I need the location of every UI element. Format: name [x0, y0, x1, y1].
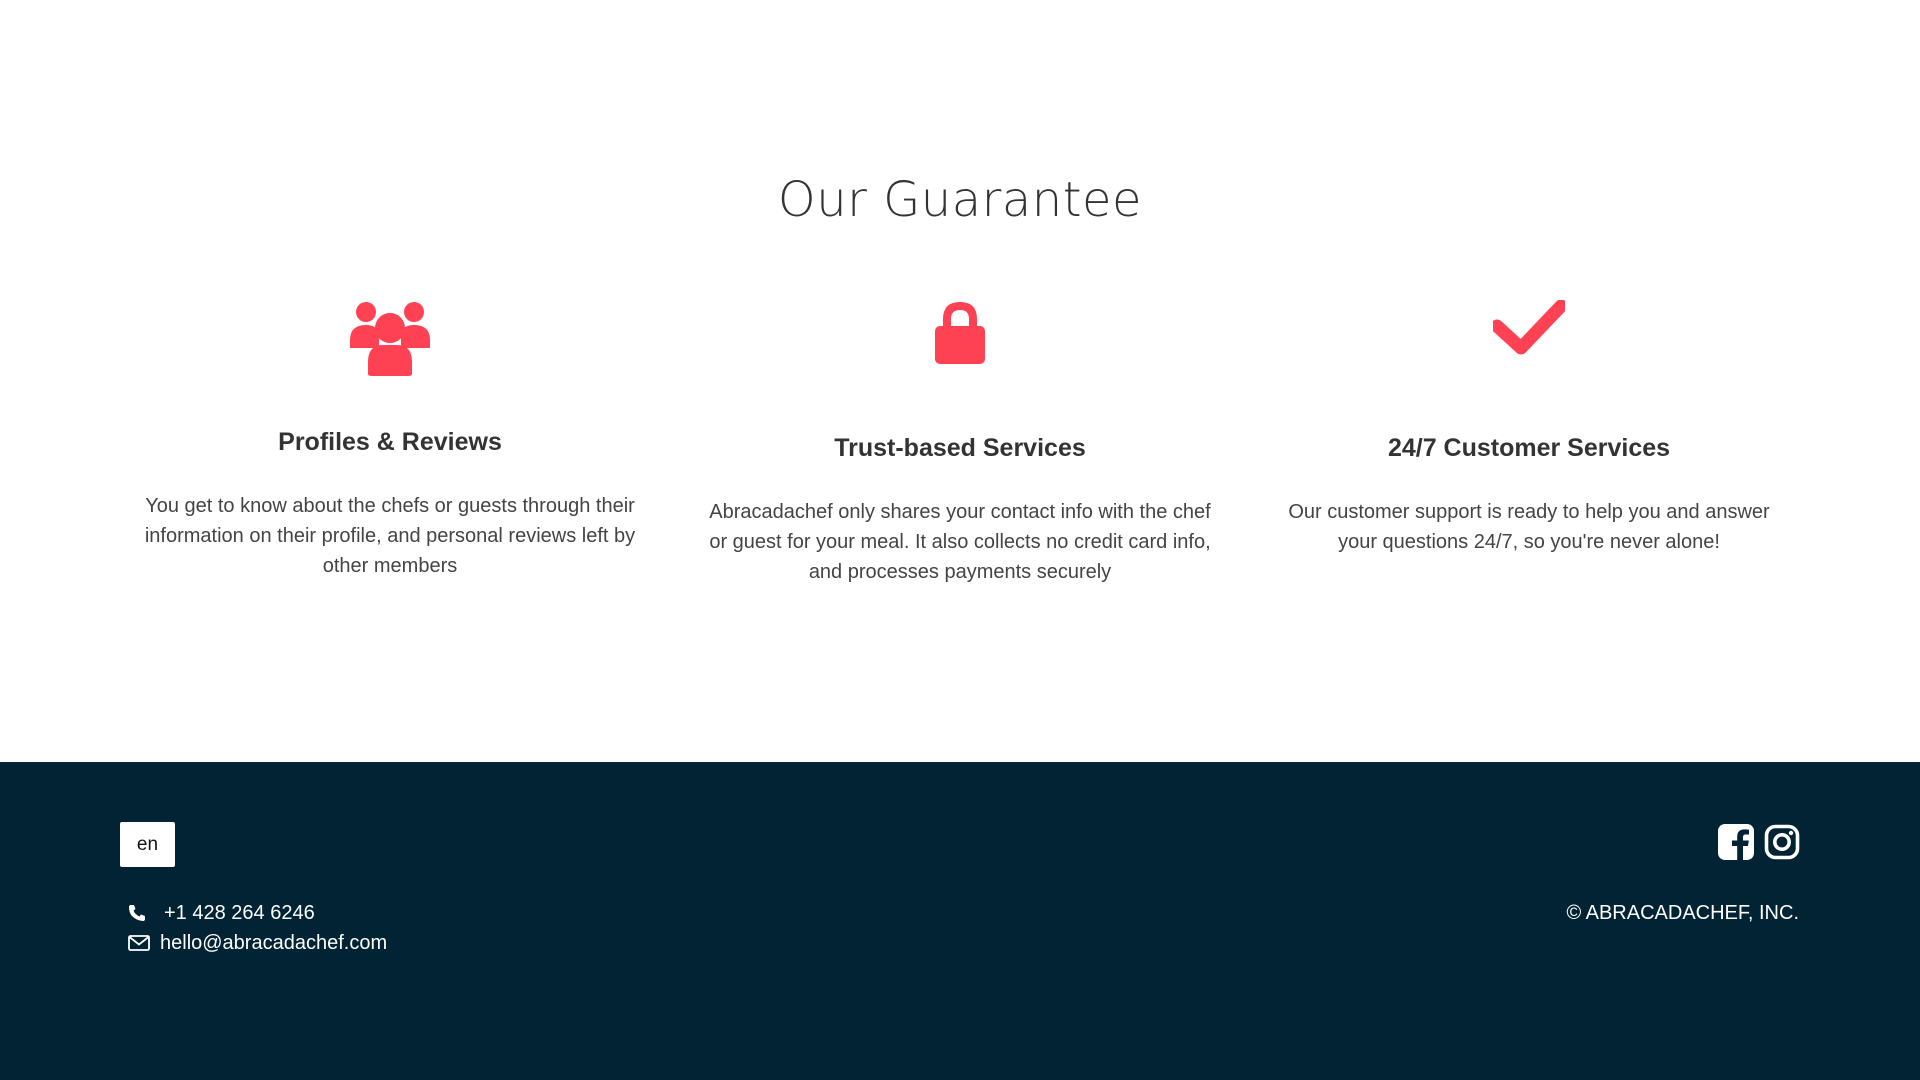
feature-trust-based: Trust-based Services Abracadachef only s… — [700, 300, 1220, 587]
feature-description: You get to know about the chefs or guest… — [144, 495, 636, 577]
check-icon — [1269, 300, 1789, 380]
social-links — [1718, 824, 1800, 860]
language-selector[interactable]: en — [120, 822, 175, 867]
site-footer: en +1 428 264 6246 hello@abracadachef.co… — [0, 762, 1920, 1080]
feature-profiles-reviews: Profiles & Reviews You get to know about… — [130, 300, 650, 581]
contact-info: +1 428 264 6246 hello@abracadachef.com — [128, 898, 387, 958]
feature-title: Profiles & Reviews — [278, 428, 502, 456]
envelope-icon — [128, 935, 152, 951]
copyright: © ABRACADACHEF, INC. — [1566, 902, 1799, 924]
lock-icon — [700, 300, 1220, 380]
instagram-icon[interactable] — [1764, 824, 1800, 860]
guarantee-section: Our Guarantee Profiles & Reviews You get… — [0, 0, 1920, 762]
feature-title: 24/7 Customer Services — [1387, 434, 1671, 462]
feature-customer-services: 24/7 Customer Services Our customer supp… — [1269, 300, 1789, 557]
feature-title: Trust-based Services — [834, 434, 1086, 462]
phone-row: +1 428 264 6246 — [128, 898, 387, 928]
email-row: hello@abracadachef.com — [128, 928, 387, 958]
phone-link[interactable]: +1 428 264 6246 — [164, 902, 315, 925]
facebook-icon[interactable] — [1718, 824, 1754, 860]
feature-description: Abracadachef only shares your contact in… — [709, 501, 1211, 583]
email-link[interactable]: hello@abracadachef.com — [160, 932, 387, 955]
phone-icon — [128, 904, 152, 922]
users-icon — [130, 300, 650, 380]
feature-description: Our customer support is ready to help yo… — [1288, 501, 1770, 553]
section-title: Our Guarantee — [777, 172, 1143, 228]
